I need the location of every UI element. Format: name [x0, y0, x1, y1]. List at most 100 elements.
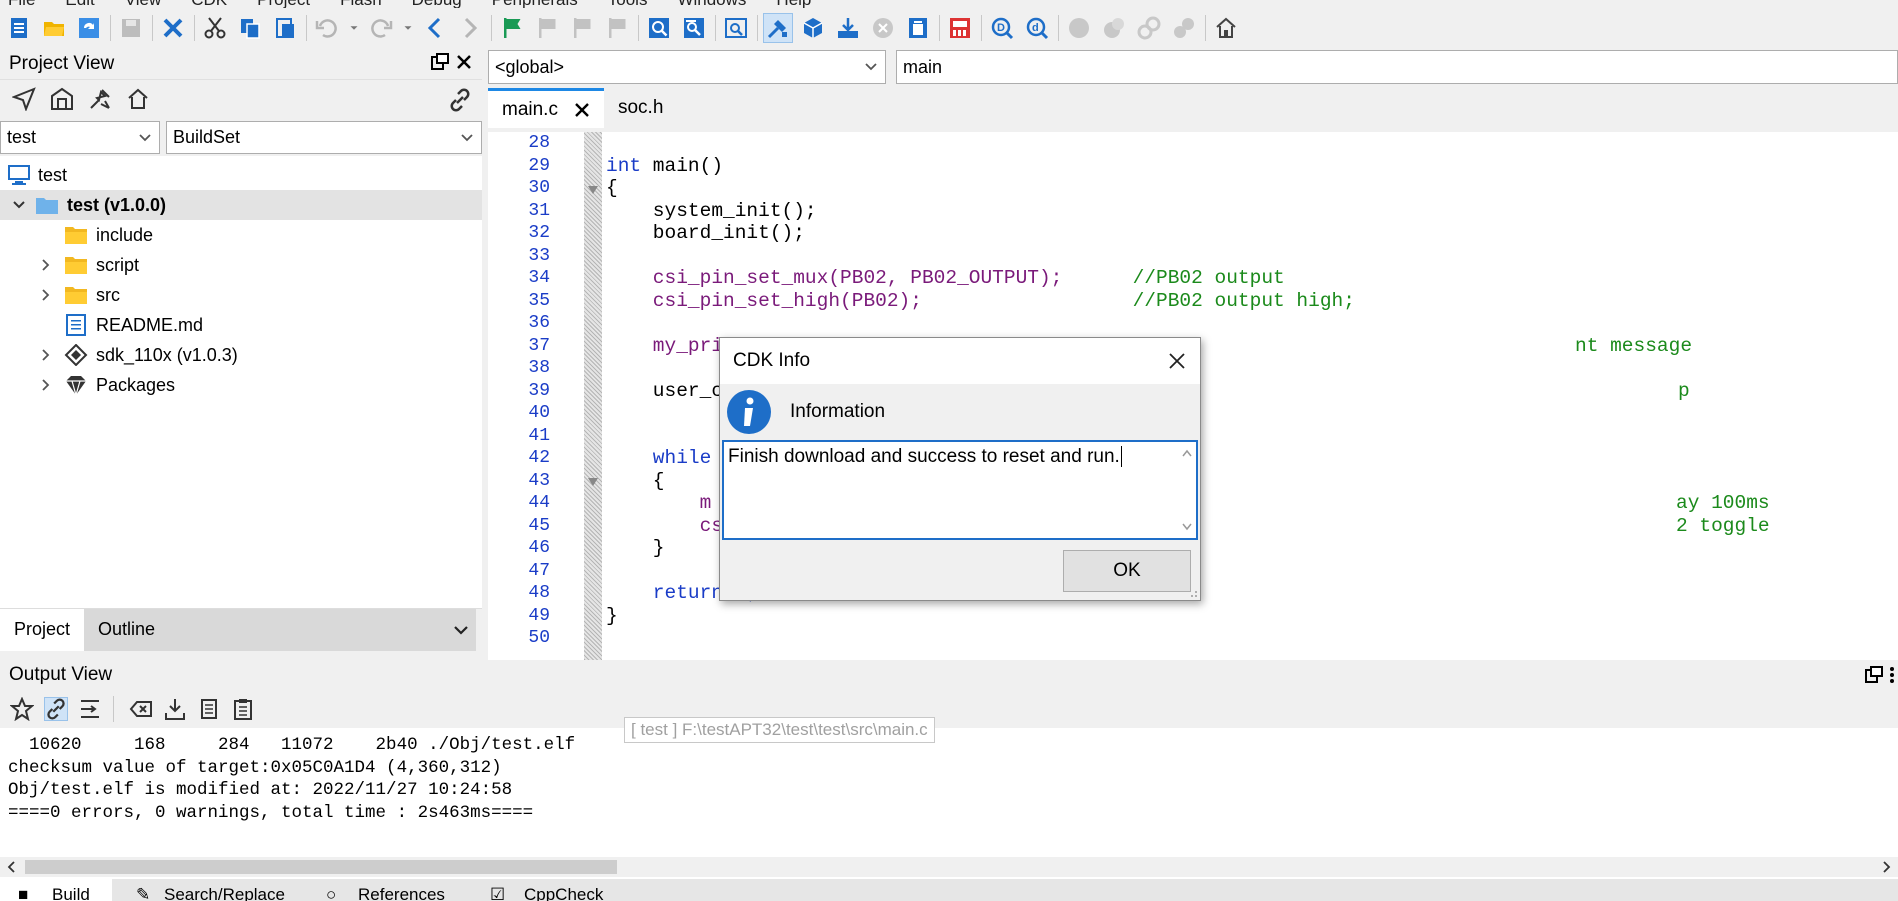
- menu-cdk[interactable]: CDK: [191, 0, 227, 8]
- project-root-icon[interactable]: [126, 87, 150, 111]
- start-debug-icon[interactable]: D: [987, 13, 1017, 43]
- tree-item-readme[interactable]: README.md: [0, 310, 482, 340]
- breakpoint-icon[interactable]: [1064, 13, 1094, 43]
- close-panel-icon[interactable]: [454, 52, 474, 72]
- cut-icon[interactable]: [200, 13, 230, 43]
- cppcheck-tab-icon[interactable]: ☑: [490, 885, 505, 901]
- horizontal-scrollbar[interactable]: [0, 857, 1898, 877]
- stop-build-icon[interactable]: [868, 13, 898, 43]
- bookmark-clear-icon[interactable]: [602, 13, 632, 43]
- message-scrollbar[interactable]: [1180, 446, 1194, 534]
- redo-icon[interactable]: [366, 13, 396, 43]
- tab-soc-h[interactable]: soc.h: [604, 88, 677, 128]
- menu-edit[interactable]: Edit: [65, 0, 94, 8]
- copy-icon[interactable]: [235, 13, 265, 43]
- search-replace-tab-icon[interactable]: ✎: [136, 885, 150, 901]
- chevron-right-icon[interactable]: [38, 257, 54, 273]
- menu-help[interactable]: Help: [776, 0, 811, 8]
- build-tab-icon[interactable]: ■: [18, 885, 28, 901]
- refresh-icon[interactable]: [74, 13, 104, 43]
- undo-icon[interactable]: [312, 13, 342, 43]
- find-in-files-icon[interactable]: [679, 13, 709, 43]
- scroll-right-icon[interactable]: [1880, 861, 1892, 873]
- tab-project[interactable]: Project: [0, 608, 85, 651]
- fold-margin[interactable]: [584, 132, 602, 698]
- menu-peripherals[interactable]: Peripherals: [492, 0, 578, 8]
- close-file-icon[interactable]: [158, 13, 188, 43]
- menu-project[interactable]: Project: [257, 0, 310, 8]
- locate-icon[interactable]: [12, 87, 36, 111]
- ok-button[interactable]: OK: [1063, 550, 1191, 592]
- save-output-icon[interactable]: [163, 697, 187, 721]
- tree-item-sdk[interactable]: sdk_110x (v1.0.3): [0, 340, 482, 370]
- buildset-select[interactable]: BuildSet: [166, 120, 482, 154]
- copy-output-icon[interactable]: [197, 697, 221, 721]
- resize-grip-icon[interactable]: [1186, 586, 1198, 598]
- tree-item-include[interactable]: include: [0, 220, 482, 250]
- references-tab-icon[interactable]: ○: [326, 885, 336, 901]
- tree-item-workspace[interactable]: test: [0, 160, 482, 190]
- project-tools-icon[interactable]: [88, 87, 112, 111]
- project-select[interactable]: test: [0, 120, 160, 154]
- navigate-back-icon[interactable]: [420, 13, 450, 43]
- menu-windows[interactable]: Windows: [677, 0, 746, 8]
- chevron-down-icon[interactable]: [452, 622, 470, 638]
- bookmark-flag-icon[interactable]: [497, 13, 527, 43]
- tree-item-script[interactable]: script: [0, 250, 482, 280]
- menu-file[interactable]: File: [8, 0, 35, 8]
- save-icon[interactable]: [116, 13, 146, 43]
- link-icon[interactable]: [44, 697, 68, 721]
- clean-icon[interactable]: [903, 13, 933, 43]
- rebuild-icon[interactable]: [798, 13, 828, 43]
- clear-breakpoints-icon[interactable]: [1134, 13, 1164, 43]
- close-tab-icon[interactable]: [574, 102, 590, 118]
- redo-dropdown-icon[interactable]: [401, 13, 415, 43]
- link-editor-icon[interactable]: [448, 88, 472, 112]
- tab-outline[interactable]: Outline: [84, 608, 477, 651]
- chevron-down-icon[interactable]: [11, 197, 27, 213]
- tab-search-replace[interactable]: Search/Replace: [164, 885, 285, 901]
- download-icon[interactable]: [833, 13, 863, 43]
- float-panel-icon[interactable]: [430, 52, 450, 72]
- scrollbar-thumb[interactable]: [25, 860, 617, 874]
- open-folder-icon[interactable]: [39, 13, 69, 43]
- tab-build[interactable]: Build: [52, 885, 90, 901]
- chevron-right-icon[interactable]: [38, 287, 54, 303]
- new-file-icon[interactable]: [4, 13, 34, 43]
- tab-cppcheck[interactable]: CppCheck: [524, 885, 603, 901]
- breakpoint-manager-icon[interactable]: [1169, 13, 1199, 43]
- disable-breakpoints-icon[interactable]: [1099, 13, 1129, 43]
- tab-references[interactable]: References: [358, 885, 445, 901]
- menu-debug[interactable]: Debug: [412, 0, 462, 8]
- navigate-forward-icon[interactable]: [455, 13, 485, 43]
- scroll-left-icon[interactable]: [6, 861, 18, 873]
- build-icon[interactable]: [763, 13, 793, 43]
- function-select[interactable]: main: [896, 50, 1898, 84]
- tree-item-packages[interactable]: Packages: [0, 370, 482, 400]
- scope-select[interactable]: <global>: [488, 50, 886, 84]
- star-icon[interactable]: [10, 697, 34, 721]
- home-icon[interactable]: [1211, 13, 1241, 43]
- bookmark-prev-icon[interactable]: [532, 13, 562, 43]
- tab-main-c[interactable]: main.c: [488, 88, 604, 128]
- debug-no-download-icon[interactable]: d: [1022, 13, 1052, 43]
- dialog-message-box[interactable]: Finish download and success to reset and…: [722, 440, 1198, 540]
- paste-output-icon[interactable]: [231, 697, 255, 721]
- chevron-right-icon[interactable]: [38, 377, 54, 393]
- chevron-right-icon[interactable]: [38, 347, 54, 363]
- fold-toggle-icon[interactable]: [588, 186, 598, 194]
- float-panel-icon[interactable]: [1864, 665, 1884, 685]
- more-options-icon[interactable]: [1888, 665, 1896, 685]
- menu-tools[interactable]: Tools: [608, 0, 648, 8]
- tree-item-src[interactable]: src: [0, 280, 482, 310]
- word-wrap-icon[interactable]: [78, 697, 102, 721]
- clear-output-icon[interactable]: [129, 697, 153, 721]
- undo-dropdown-icon[interactable]: [347, 13, 361, 43]
- find-icon[interactable]: [644, 13, 674, 43]
- tree-item-project[interactable]: test (v1.0.0): [0, 190, 482, 220]
- fold-toggle-icon[interactable]: [588, 478, 598, 486]
- flash-load-icon[interactable]: [945, 13, 975, 43]
- project-home-icon[interactable]: [50, 87, 74, 111]
- paste-icon[interactable]: [270, 13, 300, 43]
- menu-flash[interactable]: Flash: [340, 0, 382, 8]
